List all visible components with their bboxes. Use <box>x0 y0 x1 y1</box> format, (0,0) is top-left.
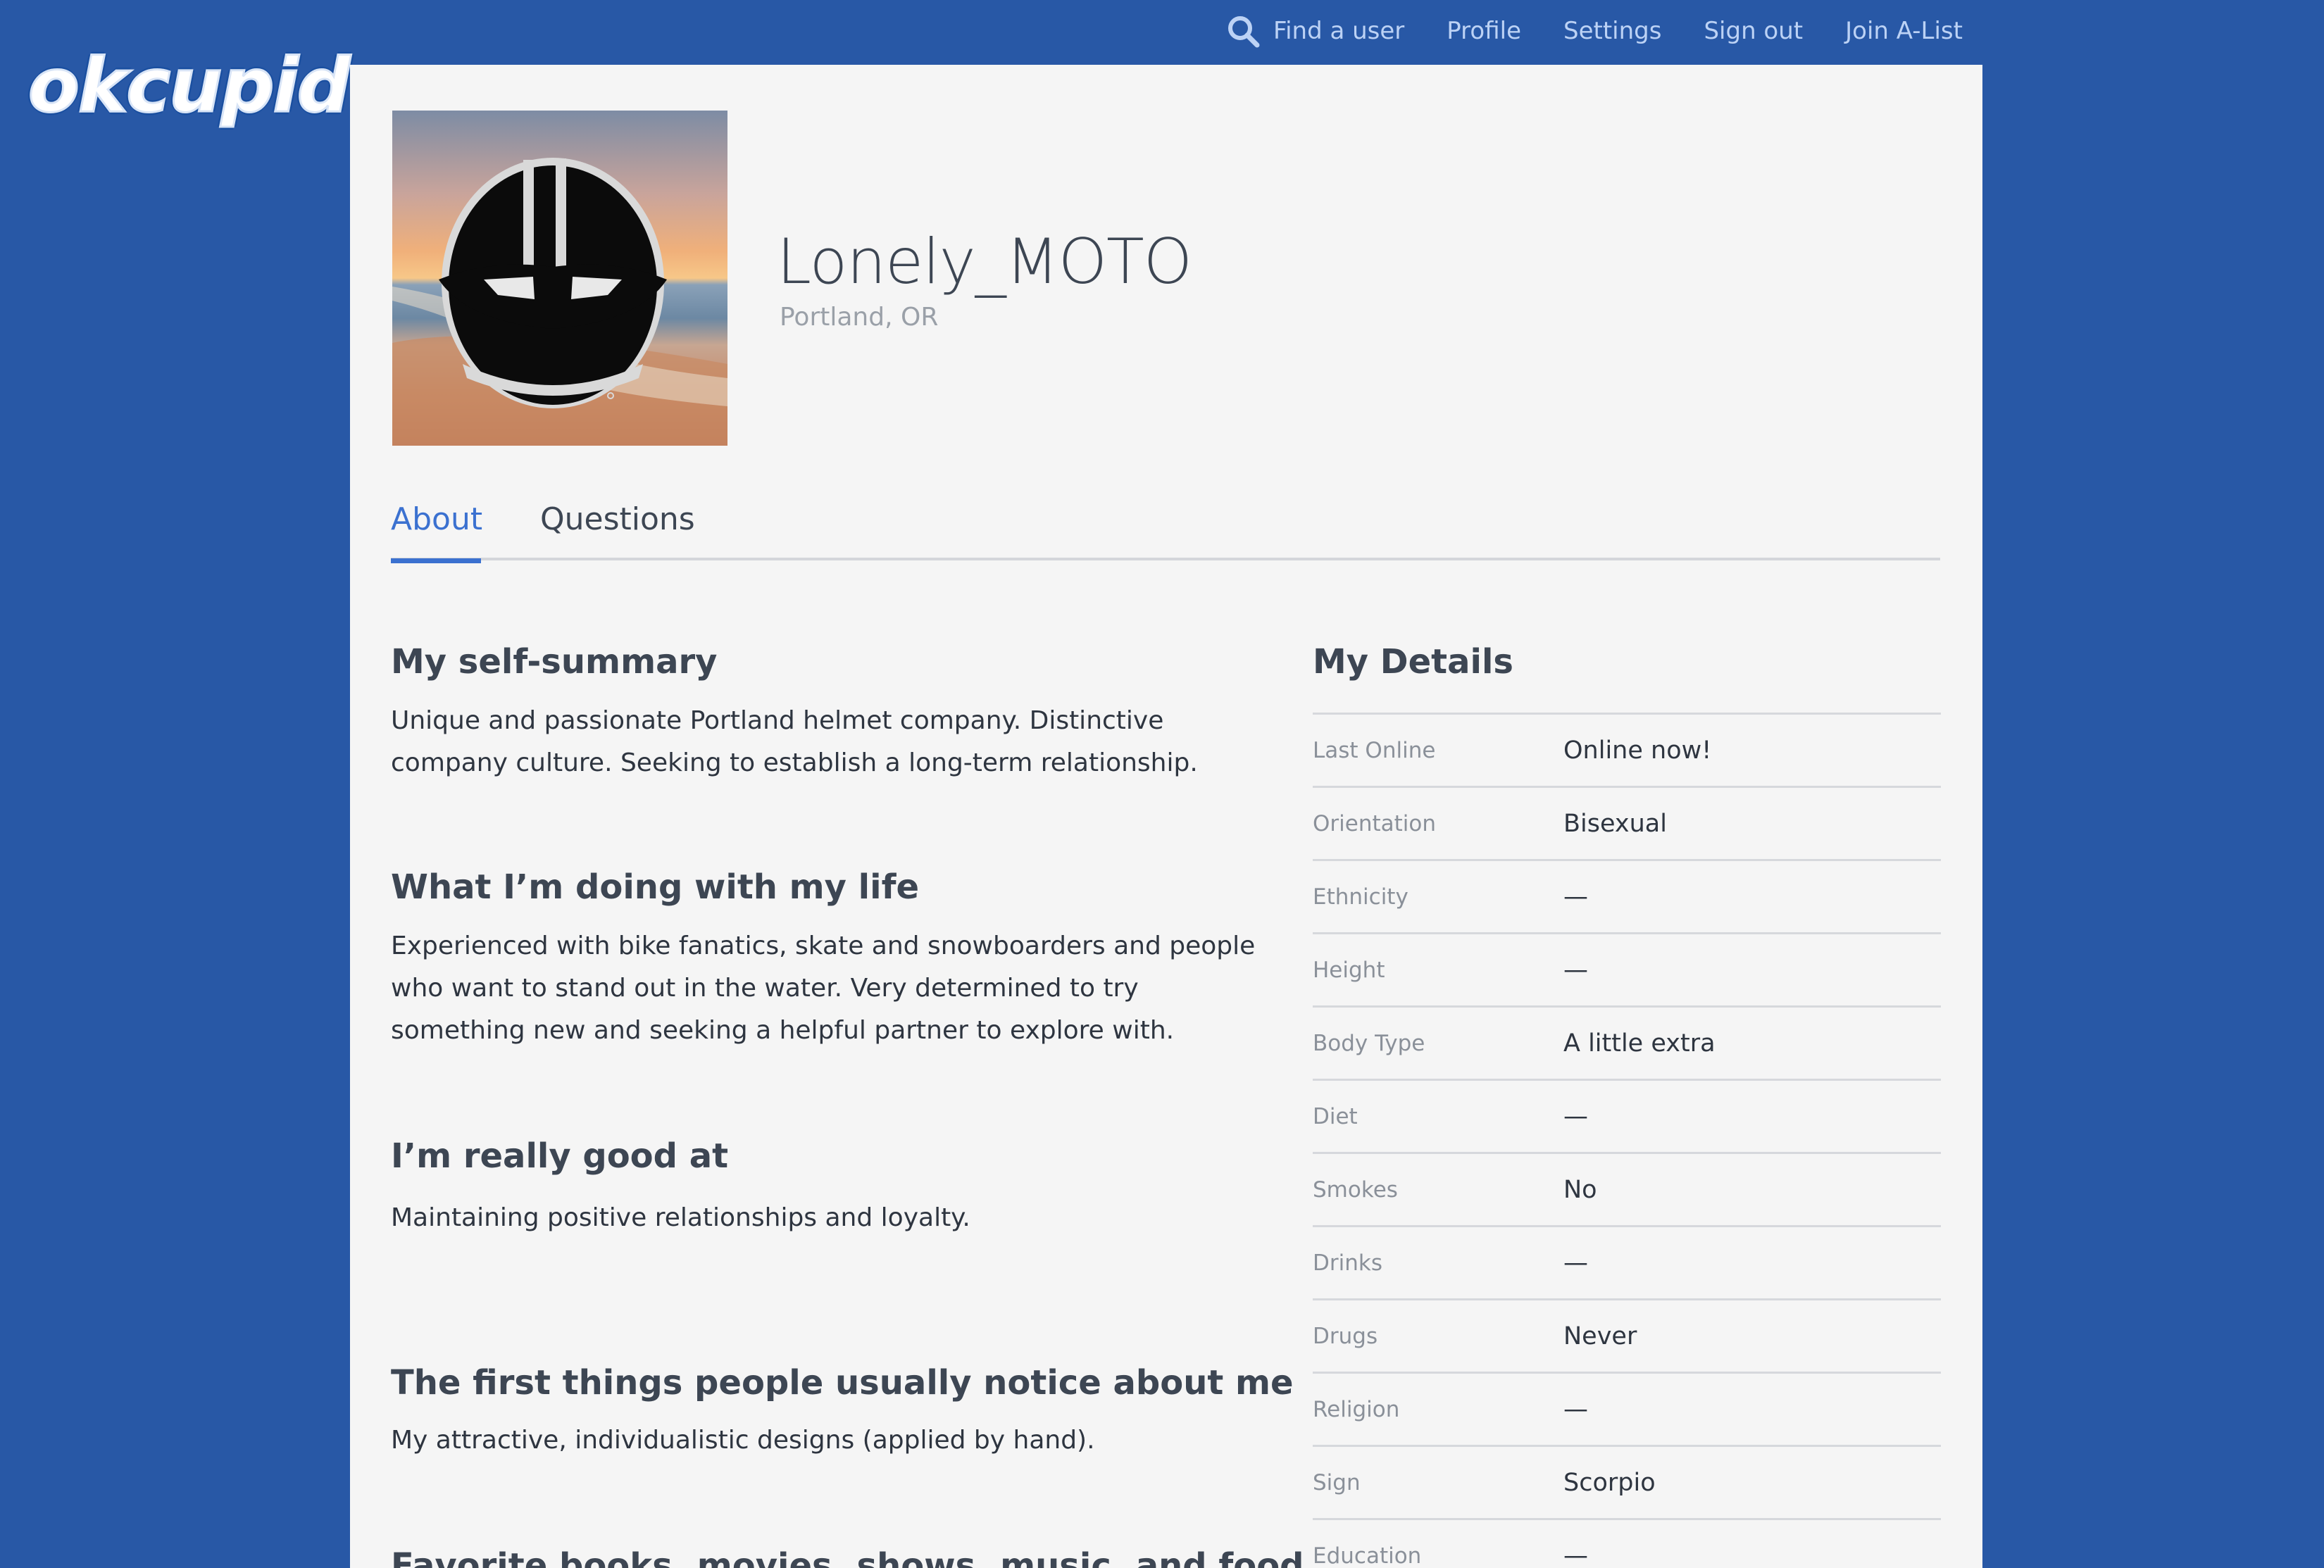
okcupid-logo[interactable]: okcupid <box>27 42 352 130</box>
profile-username: Lonely_MOTO <box>777 225 1192 298</box>
detail-value: No <box>1563 1175 1597 1204</box>
find-user-link[interactable]: Find a user <box>1225 13 1404 49</box>
detail-label: Ethnicity <box>1313 884 1408 910</box>
detail-row-smokes: Smokes No <box>1313 1154 1941 1227</box>
search-icon <box>1228 16 1260 48</box>
details-title: My Details <box>1313 642 1513 682</box>
detail-row-body-type: Body Type A little extra <box>1313 1008 1941 1081</box>
detail-row-height: Height — <box>1313 934 1941 1008</box>
detail-label: Orientation <box>1313 810 1437 836</box>
detail-label: Sign <box>1313 1469 1361 1495</box>
detail-label: Education <box>1313 1543 1422 1568</box>
detail-label: Drinks <box>1313 1250 1382 1276</box>
detail-label: Religion <box>1313 1396 1400 1422</box>
page: okcupid Find a user Profile Settings Sig… <box>0 0 2324 1568</box>
profile-card: Lonely_MOTO Portland, OR About Questions… <box>350 65 1982 1568</box>
sign-out-link[interactable]: Sign out <box>1704 17 1803 45</box>
detail-value: — <box>1563 882 1588 911</box>
detail-value: Never <box>1563 1322 1637 1350</box>
detail-row-drinks: Drinks — <box>1313 1227 1941 1300</box>
detail-label: Smokes <box>1313 1177 1398 1203</box>
detail-value: Bisexual <box>1563 809 1667 838</box>
tab-about[interactable]: About <box>391 501 482 563</box>
detail-row-religion: Religion — <box>1313 1374 1941 1447</box>
detail-row-drugs: Drugs Never <box>1313 1300 1941 1374</box>
essay-good-at-title: I’m really good at <box>391 1136 729 1176</box>
detail-label: Diet <box>1313 1103 1358 1129</box>
essay-favorites-title: Favorite books, movies, shows, music, an… <box>391 1546 1304 1568</box>
tab-questions[interactable]: Questions <box>540 501 695 560</box>
detail-value: — <box>1563 1248 1588 1277</box>
profile-photo[interactable] <box>392 111 727 446</box>
details-list: Last Online Online now! Orientation Bise… <box>1313 713 1941 1568</box>
helmet-avatar-image <box>392 111 727 446</box>
profile-tabs: About Questions <box>391 501 1940 563</box>
detail-label: Body Type <box>1313 1030 1425 1056</box>
essay-self-summary-title: My self-summary <box>391 642 718 682</box>
find-user-label: Find a user <box>1273 17 1405 45</box>
detail-row-education: Education — <box>1313 1520 1941 1568</box>
settings-link[interactable]: Settings <box>1563 17 1661 45</box>
essay-first-things-body: My attractive, individualistic designs (… <box>391 1426 1095 1455</box>
detail-value: — <box>1563 1102 1588 1131</box>
essay-doing-with-life-body: Experienced with bike fanatics, skate an… <box>391 932 1256 1045</box>
detail-row-ethnicity: Ethnicity — <box>1313 861 1941 934</box>
detail-value: — <box>1563 1541 1588 1568</box>
top-nav: Find a user Profile Settings Sign out Jo… <box>1225 10 1963 52</box>
essay-self-summary-body: Unique and passionate Portland helmet co… <box>391 706 1198 777</box>
detail-label: Last Online <box>1313 737 1436 763</box>
detail-label: Height <box>1313 957 1385 983</box>
profile-location: Portland, OR <box>780 303 939 332</box>
essay-good-at-body: Maintaining positive relationships and l… <box>391 1203 970 1232</box>
detail-value: Scorpio <box>1563 1468 1656 1497</box>
detail-row-last-online: Last Online Online now! <box>1313 715 1941 788</box>
join-alist-link[interactable]: Join A-List <box>1845 17 1963 45</box>
detail-value: Online now! <box>1563 736 1712 765</box>
detail-value: — <box>1563 1395 1588 1424</box>
detail-value: — <box>1563 955 1588 984</box>
essay-doing-with-life-title: What I’m doing with my life <box>391 867 919 907</box>
detail-value: A little extra <box>1563 1029 1716 1058</box>
essay-first-things-title: The first things people usually notice a… <box>391 1363 1294 1403</box>
detail-label: Drugs <box>1313 1323 1378 1349</box>
profile-link[interactable]: Profile <box>1447 17 1521 45</box>
detail-row-diet: Diet — <box>1313 1081 1941 1154</box>
detail-row-sign: Sign Scorpio <box>1313 1447 1941 1520</box>
detail-row-orientation: Orientation Bisexual <box>1313 788 1941 861</box>
